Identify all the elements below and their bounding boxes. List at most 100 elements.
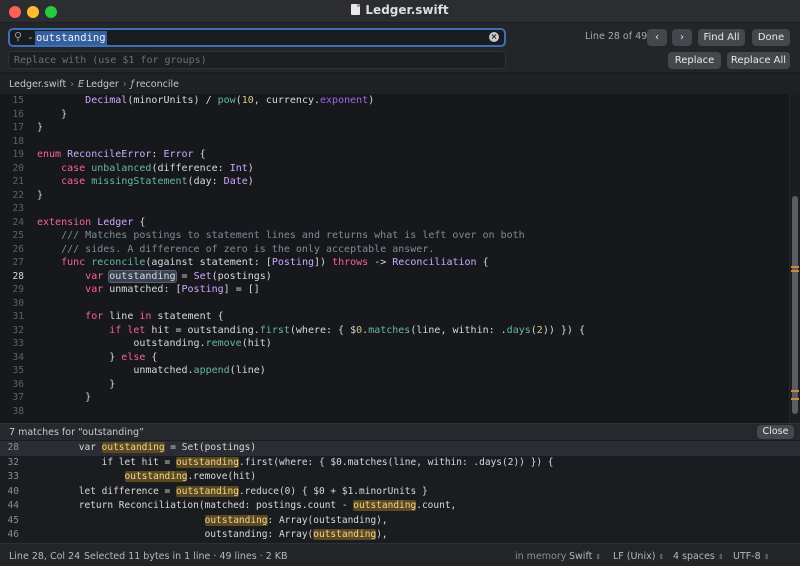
done-button[interactable]: Done	[752, 29, 790, 46]
result-text: return Reconciliation(matched: postings.…	[33, 499, 456, 514]
storage-status: in memory	[515, 551, 567, 562]
match-marker	[791, 390, 799, 392]
code-line[interactable]: Decimal(minorUnits) / pow(10, currency.e…	[37, 94, 374, 108]
result-row[interactable]: 33 outstanding.remove(hit)	[0, 470, 800, 485]
result-row[interactable]: 46 outstanding: Array(outstanding),	[0, 528, 800, 543]
breadcrumb-function[interactable]: reconcile	[136, 79, 179, 90]
line-number: 19	[12, 149, 24, 160]
line-number: 38	[12, 405, 24, 417]
code-line[interactable]: var unmatched: [Posting] = []	[37, 283, 260, 297]
previous-match-button[interactable]: ‹	[647, 29, 667, 46]
result-line-number: 33	[7, 471, 19, 482]
language-selector[interactable]: Swift ⇕	[569, 551, 601, 562]
replace-all-button[interactable]: Replace All	[727, 52, 790, 69]
find-bar: ⚲ ⌄ outstanding × Line 28 of 49 ‹ › Find…	[0, 23, 800, 73]
breadcrumb-separator: ›	[70, 79, 75, 90]
code-line[interactable]: outstanding.remove(hit)	[37, 337, 271, 351]
updown-icon: ⇕	[763, 553, 770, 561]
result-row[interactable]: 32 if let hit = outstanding.first(where:…	[0, 456, 800, 471]
code-line[interactable]: func reconcile(against statement: [Posti…	[37, 256, 489, 270]
vertical-scrollbar[interactable]	[789, 94, 800, 423]
replace-input[interactable]	[14, 54, 494, 67]
result-prefix: if let hit =	[33, 456, 176, 468]
code-line[interactable]: unmatched.append(line)	[37, 364, 265, 378]
result-line-number: 28	[7, 442, 19, 453]
code-line[interactable]: }	[37, 108, 67, 122]
chevron-down-icon[interactable]: ⌄	[27, 32, 34, 41]
result-match: outstanding	[353, 500, 417, 511]
line-endings-selector[interactable]: LF (Unix) ⇕	[613, 551, 664, 562]
result-row[interactable]: 40 let difference = outstanding.reduce(0…	[0, 485, 800, 500]
result-match: outstanding	[176, 485, 239, 497]
result-suffix: ),	[376, 529, 388, 540]
result-suffix: .reduce(0) { $0 + $1.minorUnits }	[238, 485, 428, 497]
code-line[interactable]: case unbalanced(difference: Int)	[37, 162, 254, 176]
code-line[interactable]: for line in statement {	[37, 310, 223, 324]
encoding-selector[interactable]: UTF-8 ⇕	[733, 551, 770, 562]
search-input[interactable]: outstanding	[35, 31, 107, 45]
window-title-text: Ledger.swift	[365, 3, 449, 17]
line-number: 27	[12, 257, 24, 268]
updown-icon: ⇕	[717, 553, 724, 561]
breadcrumb-file[interactable]: Ledger.swift	[9, 79, 66, 90]
line-number: 22	[12, 189, 24, 201]
code-line[interactable]: }	[37, 189, 43, 203]
encoding-label: UTF-8	[733, 551, 761, 562]
result-suffix: : Array(outstanding),	[267, 514, 388, 526]
result-line-number: 46	[7, 529, 19, 540]
code-line[interactable]: enum ReconcileError: Error {	[37, 148, 206, 162]
status-bar: Line 28, Col 24 Selected 11 bytes in 1 l…	[0, 543, 800, 566]
line-number: 31	[12, 311, 24, 322]
code-line[interactable]: var outstanding = Set(postings)	[37, 269, 272, 284]
next-match-button[interactable]: ›	[672, 29, 692, 46]
find-results-list[interactable]: 28 var outstanding = Set(postings) 32 if …	[0, 441, 800, 543]
result-line-number: 45	[7, 514, 19, 526]
line-number: 17	[12, 122, 24, 133]
updown-icon: ⇕	[595, 553, 602, 561]
breadcrumb: Ledger.swift › E Ledger › ƒ reconcile	[0, 73, 800, 94]
code-line[interactable]: /// Matches postings to statement lines …	[37, 229, 525, 243]
breadcrumb-type[interactable]: Ledger	[86, 79, 119, 90]
code-line[interactable]: /// sides. A difference of zero is the o…	[37, 243, 434, 257]
search-icon[interactable]: ⚲	[14, 30, 22, 43]
search-box[interactable]: ⚲ ⌄ outstanding ×	[8, 28, 506, 47]
indentation-selector[interactable]: 4 spaces ⇕	[673, 551, 724, 562]
result-match: outstanding	[176, 456, 239, 468]
code-line[interactable]: } else {	[37, 351, 157, 365]
result-suffix: .remove(hit)	[187, 471, 257, 482]
code-line[interactable]: }	[37, 378, 115, 392]
result-row[interactable]: 44 return Reconciliation(matched: postin…	[0, 499, 800, 514]
line-number: 23	[12, 203, 24, 214]
code-line[interactable]: }	[37, 121, 43, 135]
result-suffix: .first(where: { $0.matches(line, within:…	[238, 456, 554, 468]
results-title: 7 matches for “outstanding”	[9, 427, 144, 438]
document-icon	[351, 4, 361, 15]
result-prefix: let difference =	[33, 485, 176, 497]
result-match: outstanding	[124, 471, 188, 482]
code-line[interactable]: case missingStatement(day: Date)	[37, 175, 254, 189]
replace-button[interactable]: Replace	[668, 52, 721, 69]
code-line[interactable]: if let hit = outstanding.first(where: { …	[37, 324, 585, 338]
result-suffix: .count,	[416, 500, 457, 511]
result-prefix: outstanding: Array(	[33, 529, 314, 540]
indentation-label: 4 spaces	[673, 551, 715, 562]
result-prefix	[33, 515, 205, 526]
result-row[interactable]: 45 outstanding: Array(outstanding),	[0, 514, 800, 529]
result-row[interactable]: 28 var outstanding = Set(postings)	[0, 441, 800, 456]
line-number: 35	[12, 365, 24, 376]
title-bar: Ledger.swift	[0, 0, 800, 23]
scrollbar-thumb[interactable]	[792, 196, 798, 414]
line-number: 16	[12, 108, 24, 120]
code-editor[interactable]: 15 16 17 18 19 20 21 22 23 24 25 26 27 28 29 30 31 32 33 34…	[0, 94, 800, 423]
line-number: 21	[12, 176, 24, 187]
line-number: 29	[12, 284, 24, 295]
find-all-button[interactable]: Find All	[698, 29, 745, 46]
cursor-position[interactable]: Line 28, Col 24	[9, 551, 80, 562]
replace-box[interactable]	[8, 51, 506, 69]
clear-icon[interactable]: ×	[489, 32, 499, 42]
close-results-button[interactable]: Close	[757, 425, 794, 439]
find-results-header: 7 matches for “outstanding” Close	[0, 423, 800, 441]
result-text: if let hit = outstanding.first(where: { …	[33, 456, 554, 471]
code-line[interactable]: }	[37, 391, 91, 405]
code-line[interactable]: extension Ledger {	[37, 216, 145, 230]
